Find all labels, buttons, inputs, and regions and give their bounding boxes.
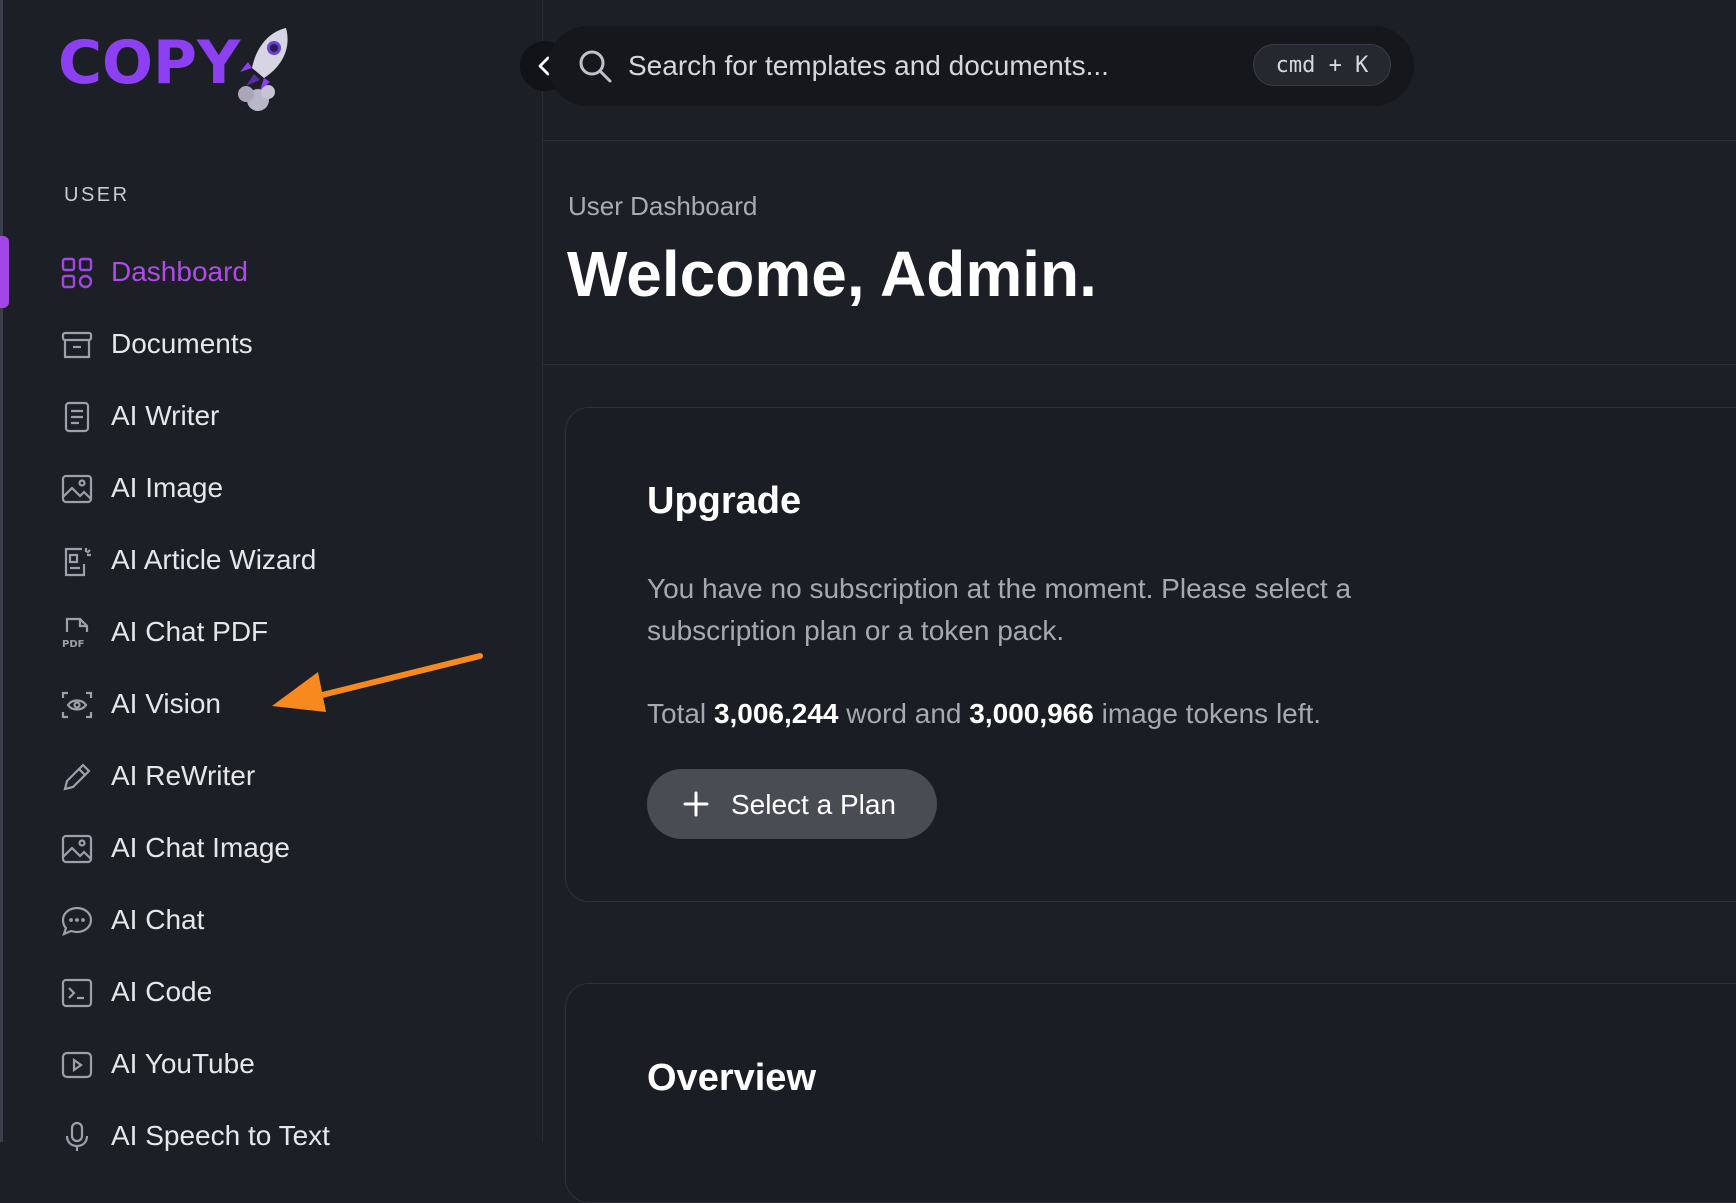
plus-icon — [683, 791, 709, 817]
sidebar-item-ai-youtube[interactable]: AI YouTube — [0, 1028, 543, 1100]
annotation-arrow — [272, 653, 483, 712]
word-tokens-count: 3,006,244 — [713, 698, 839, 729]
sidebar-item-ai-writer[interactable]: AI Writer — [0, 380, 543, 452]
logo-text: COPY — [58, 28, 241, 98]
sidebar-item-ai-code[interactable]: AI Code — [0, 956, 543, 1028]
search-bar[interactable]: cmd + K — [548, 26, 1414, 106]
sidebar-section-label: USER — [64, 184, 130, 206]
sidebar-item-ai-article-wizard[interactable]: AI Article Wizard — [0, 524, 543, 596]
image-icon — [60, 472, 94, 506]
archive-box-icon — [60, 328, 94, 362]
sidebar-item-ai-chat-image[interactable]: AI Chat Image — [0, 812, 543, 884]
sidebar-item-ai-speech-to-text[interactable]: AI Speech to Text — [0, 1100, 543, 1172]
sidebar-item-label: Dashboard — [111, 256, 248, 287]
app-logo[interactable]: COPY · · · · · · · · · — [58, 24, 298, 114]
pencil-icon — [60, 760, 94, 794]
sidebar-item-dashboard[interactable]: Dashboard — [0, 236, 543, 308]
tokens-suffix: image tokens left. — [1101, 698, 1322, 729]
image-tokens-count: 3,000,966 — [969, 698, 1094, 729]
sidebar-item-label: AI ReWriter — [111, 760, 256, 791]
sidebar-item-label: Documents — [111, 328, 253, 359]
overview-card: Overview — [565, 983, 1736, 1203]
svg-text:PDF: PDF — [62, 639, 84, 650]
logo-tagline-decoration: · · · · · · · · · — [66, 92, 183, 98]
sidebar-item-ai-chat[interactable]: AI Chat — [0, 884, 543, 956]
sidebar: COPY · · · · · · · · · USER Dashboard Do… — [0, 0, 543, 1151]
terminal-icon — [60, 976, 94, 1010]
scan-eye-icon — [60, 688, 94, 722]
search-input[interactable] — [626, 44, 1186, 88]
sidebar-item-label: AI Code — [111, 976, 213, 1007]
pdf-file-icon: PDF — [60, 616, 94, 650]
tokens-remaining: Total 3,006,244 word and 3,000,966 image… — [647, 698, 1321, 730]
select-plan-label: Select a Plan — [731, 789, 896, 820]
sidebar-item-documents[interactable]: Documents — [0, 308, 543, 380]
rocket-icon — [238, 28, 288, 111]
article-wizard-icon — [60, 544, 94, 578]
upgrade-card-title: Upgrade — [647, 480, 802, 522]
chat-bubble-icon — [60, 904, 94, 938]
subscription-message: You have no subscription at the moment. … — [647, 573, 1352, 646]
upgrade-card: Upgrade You have no subscription at the … — [565, 407, 1736, 902]
sidebar-item-label: AI Vision — [111, 688, 221, 719]
breadcrumb: User Dashboard — [568, 191, 758, 221]
tokens-middle: word and — [846, 698, 962, 729]
search-icon — [579, 50, 612, 83]
sidebar-item-label: AI Chat — [111, 904, 205, 935]
sidebar-item-label: AI Article Wizard — [111, 544, 317, 575]
sidebar-item-label: AI Writer — [111, 400, 220, 431]
select-plan-button[interactable]: Select a Plan — [647, 769, 937, 839]
overview-card-title: Overview — [647, 1057, 816, 1099]
sidebar-item-label: AI Chat PDF — [111, 616, 269, 647]
sidebar-item-label: AI YouTube — [111, 1048, 255, 1079]
image-icon — [60, 832, 94, 866]
dashboard-grid-icon — [60, 256, 94, 290]
sidebar-item-ai-rewriter[interactable]: AI ReWriter — [0, 740, 543, 812]
microphone-icon — [60, 1120, 94, 1154]
sidebar-item-label: AI Image — [111, 472, 224, 503]
search-shortcut-badge: cmd + K — [1253, 44, 1391, 86]
page-header: User Dashboard Welcome, Admin. — [543, 141, 1736, 365]
youtube-play-icon — [60, 1048, 94, 1082]
page-title: Welcome, Admin. — [567, 238, 1097, 310]
sidebar-item-label: AI Chat Image — [111, 832, 290, 863]
document-text-icon — [60, 400, 94, 434]
sidebar-item-label: AI Speech to Text — [111, 1120, 330, 1151]
tokens-prefix: Total — [647, 698, 707, 729]
sidebar-item-ai-image[interactable]: AI Image — [0, 452, 543, 524]
